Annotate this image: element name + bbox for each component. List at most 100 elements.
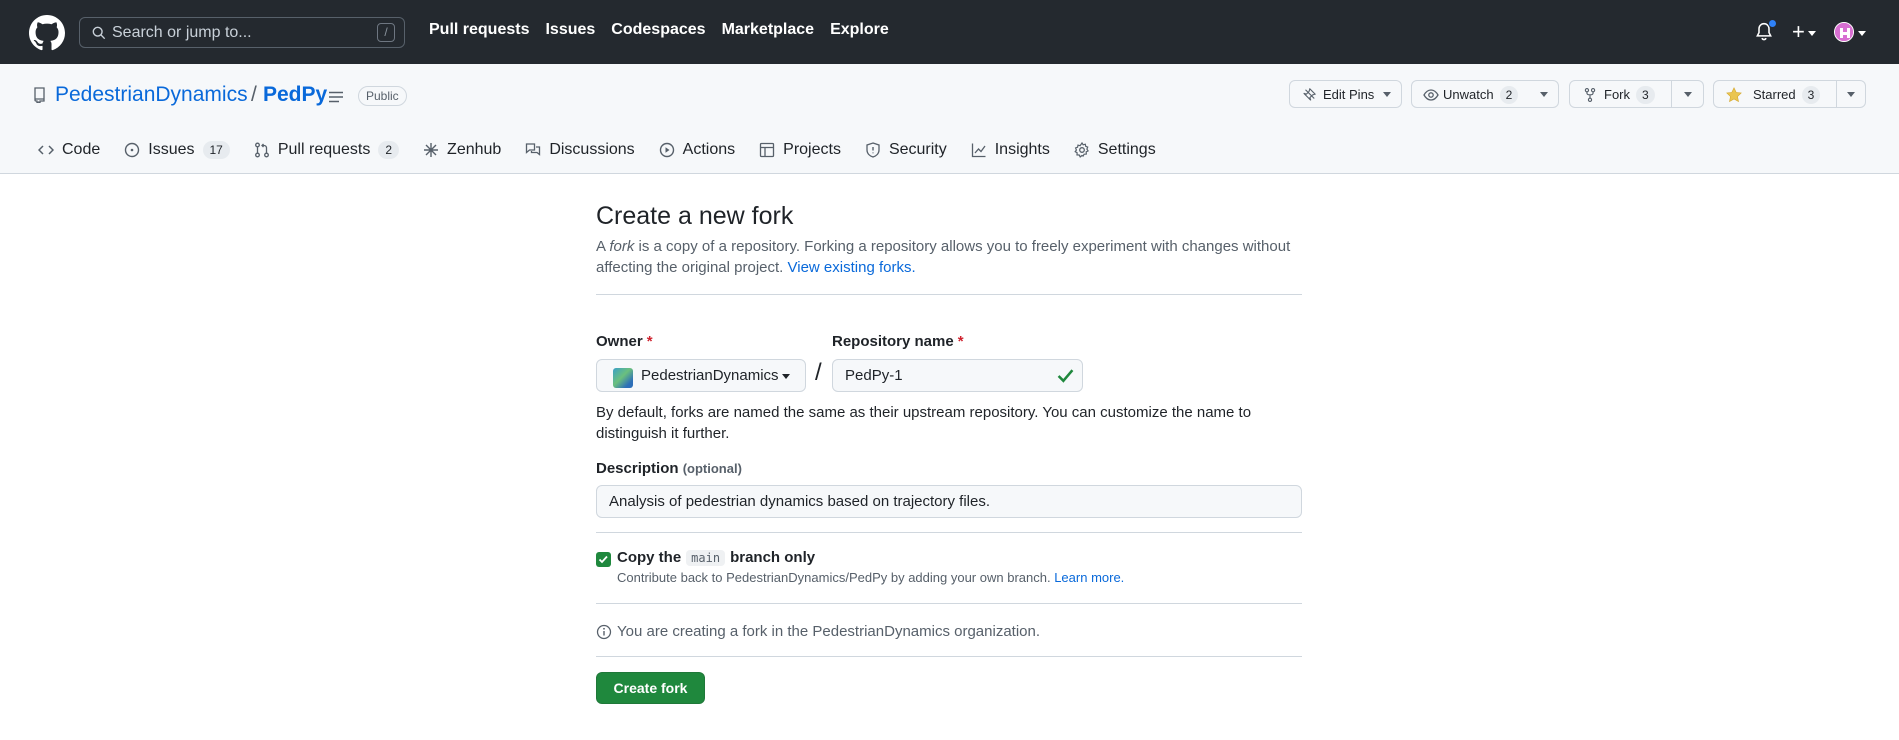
forks-count: 3 (1636, 86, 1655, 104)
view-existing-forks-link[interactable]: View existing forks. (788, 259, 916, 276)
tab-security[interactable]: Security (865, 141, 947, 159)
repo-owner-link[interactable]: PedestrianDynamics (55, 83, 248, 107)
nav-codespaces[interactable]: Codespaces (611, 21, 705, 39)
copy-branch-prefix: Copy the (617, 549, 682, 566)
subtitle-text-b: is a copy of a repository. Forking a rep… (596, 238, 1291, 276)
repo-name-value: PedPy-1 (845, 367, 903, 384)
branch-name-code: main (686, 549, 726, 566)
gear-icon (1074, 142, 1089, 158)
avatar-identicon (1835, 23, 1853, 41)
starred-button[interactable]: Starred 3 (1713, 80, 1837, 108)
check-icon (1057, 369, 1074, 383)
pull-requests-count: 2 (378, 141, 400, 159)
fork-label: Fork (1604, 87, 1630, 102)
copy-branch-label[interactable]: Copy the main branch only (617, 549, 815, 566)
tab-projects[interactable]: Projects (759, 141, 841, 159)
stars-count: 3 (1801, 86, 1821, 104)
create-new-button[interactable]: + (1792, 19, 1805, 45)
description-label: Description (optional) (596, 460, 742, 477)
watchers-count: 2 (1499, 86, 1519, 104)
copy-branch-note-text: Contribute back to PedestrianDynamics/Pe… (617, 570, 1051, 585)
owner-label-text: Owner (596, 333, 643, 350)
tab-settings[interactable]: Settings (1074, 141, 1156, 159)
repo-tabs: Code Issues 17 Pull requests 2 Zenhub Di… (38, 141, 1180, 159)
starred-caret-icon (1847, 92, 1855, 97)
code-icon (38, 145, 54, 155)
create-fork-button[interactable]: Create fork (596, 672, 705, 704)
zenhub-icon (424, 143, 439, 157)
page-subtitle: A fork is a copy of a repository. Forkin… (596, 236, 1302, 278)
owner-repo-separator: / (815, 359, 822, 386)
divider (596, 532, 1302, 533)
unwatch-caret-icon (1540, 92, 1548, 97)
global-nav: Pull requests Issues Codespaces Marketpl… (429, 21, 905, 39)
tab-label: Actions (682, 141, 736, 158)
play-icon (659, 142, 674, 158)
fork-caret-icon (1684, 92, 1692, 97)
owner-caret-icon (782, 374, 790, 379)
tab-actions[interactable]: Actions (659, 141, 735, 159)
tab-code[interactable]: Code (38, 141, 100, 159)
fork-icon (1584, 88, 1596, 102)
fork-button[interactable]: Fork 3 (1569, 80, 1672, 108)
tab-label: Insights (994, 141, 1050, 158)
tab-issues[interactable]: Issues 17 (124, 141, 230, 159)
checkmark-icon (598, 555, 608, 564)
description-input[interactable]: Analysis of pedestrian dynamics based on… (596, 485, 1302, 518)
user-avatar[interactable] (1834, 22, 1854, 42)
repo-name-input[interactable]: PedPy-1 (832, 359, 1083, 392)
global-header: Search or jump to... / Pull requests Iss… (0, 0, 1899, 64)
repo-menu-icon[interactable] (329, 91, 343, 103)
tab-label: Zenhub (447, 141, 502, 158)
tab-zenhub[interactable]: Zenhub (423, 141, 501, 159)
nav-marketplace[interactable]: Marketplace (722, 21, 815, 39)
repo-name-label: Repository name * (832, 333, 964, 350)
fork-dropdown-button[interactable] (1672, 80, 1704, 108)
description-value: Analysis of pedestrian dynamics based on… (609, 493, 991, 510)
search-shortcut-key: / (377, 23, 395, 42)
learn-more-link[interactable]: Learn more. (1054, 570, 1124, 585)
repo-header: PedestrianDynamics / PedPy Public Edit P… (0, 64, 1899, 174)
unwatch-button[interactable]: Unwatch 2 (1411, 80, 1559, 108)
subtitle-text-a: A (596, 238, 610, 255)
nav-explore[interactable]: Explore (830, 21, 889, 39)
starred-dropdown-button[interactable] (1837, 80, 1866, 108)
repo-path-separator: / (251, 83, 257, 106)
required-mark: * (646, 333, 653, 350)
tab-pull-requests[interactable]: Pull requests 2 (254, 141, 400, 159)
tab-label: Settings (1097, 141, 1156, 158)
git-pull-request-icon (254, 142, 269, 158)
graph-icon (971, 143, 986, 158)
comment-discussion-icon (526, 143, 541, 156)
nav-issues[interactable]: Issues (545, 21, 595, 39)
nav-pull-requests[interactable]: Pull requests (429, 21, 529, 39)
owner-select-value: PedestrianDynamics (641, 367, 779, 384)
starred-label: Starred (1753, 87, 1796, 102)
copy-branch-suffix: branch only (730, 549, 816, 566)
search-icon (92, 26, 106, 40)
repo-name-link[interactable]: PedPy (263, 83, 327, 107)
info-text: You are creating a fork in the Pedestria… (617, 623, 1041, 640)
tab-insights[interactable]: Insights (971, 141, 1050, 159)
tab-label: Security (888, 141, 947, 158)
copy-main-branch-checkbox[interactable] (596, 552, 611, 567)
search-input[interactable]: Search or jump to... / (79, 17, 405, 48)
create-caret-icon (1808, 31, 1816, 36)
edit-pins-button[interactable]: Edit Pins (1289, 80, 1402, 108)
tab-discussions[interactable]: Discussions (525, 141, 635, 159)
github-logo-icon[interactable] (29, 15, 65, 51)
info-icon (596, 624, 612, 639)
shield-icon (866, 142, 880, 158)
owner-select[interactable]: PedestrianDynamics (596, 359, 806, 392)
star-filled-icon (1726, 87, 1742, 103)
issues-count: 17 (202, 141, 230, 159)
edit-pins-caret-icon (1383, 92, 1391, 97)
fork-info-message: You are creating a fork in the Pedestria… (596, 623, 1040, 640)
pin-icon (1303, 88, 1316, 101)
notification-indicator (1768, 19, 1777, 28)
subtitle-fork-term: fork (609, 238, 635, 255)
org-avatar (613, 368, 633, 388)
divider (596, 656, 1302, 657)
repo-name-label-text: Repository name (832, 333, 954, 350)
copy-branch-note: Contribute back to PedestrianDynamics/Pe… (617, 570, 1124, 585)
